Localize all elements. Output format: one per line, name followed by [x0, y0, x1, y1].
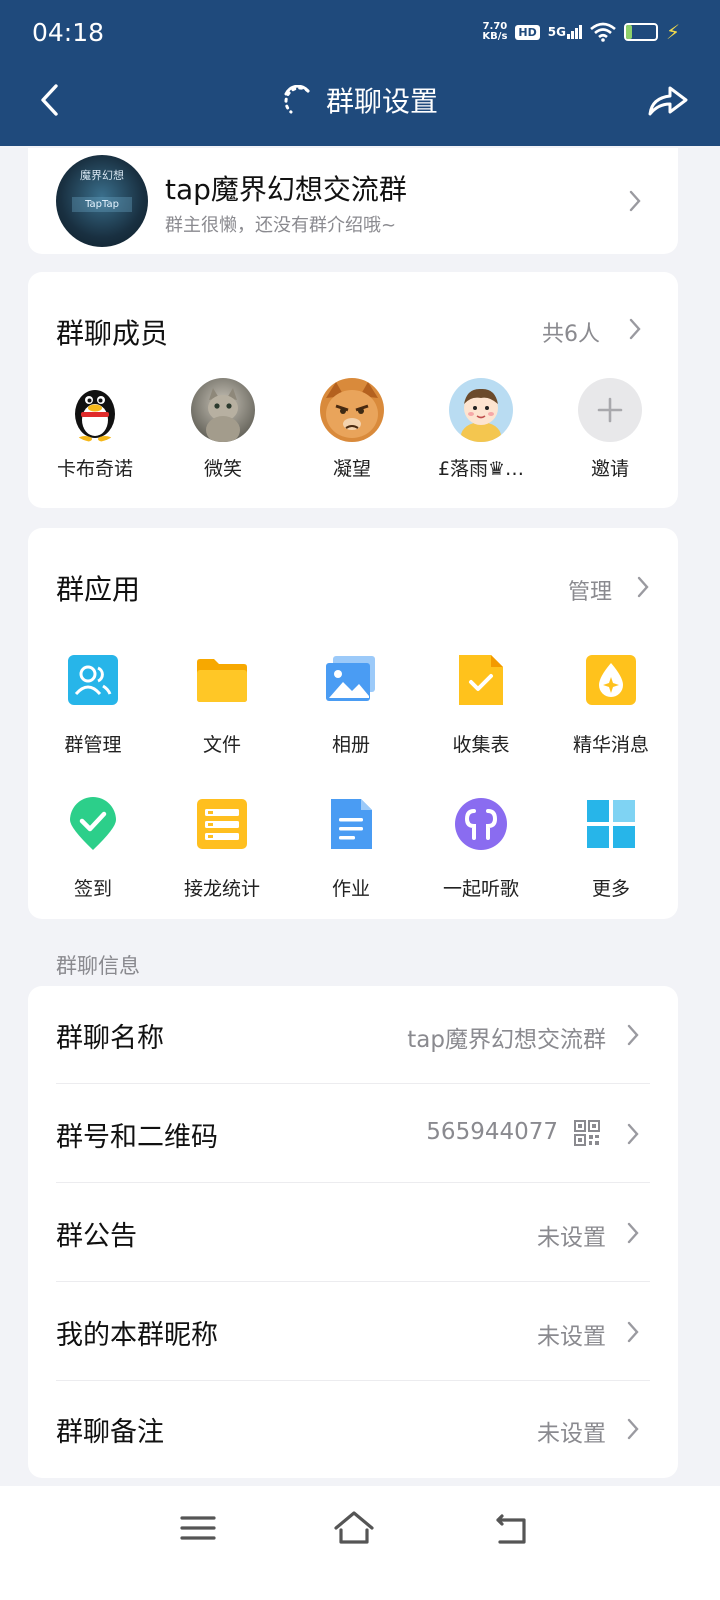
chevron-right-icon[interactable]: [636, 575, 650, 599]
row-group-remark[interactable]: 群聊备注 未设置: [28, 1380, 678, 1478]
listen-together-icon: [453, 796, 509, 852]
group-info-card: 群聊名称 tap魔界幻想交流群 群号和二维码 565944077 群公告 未设置…: [28, 986, 678, 1478]
essence-icon: [583, 652, 639, 708]
chevron-right-icon: [629, 190, 641, 212]
grumpy-cat-avatar: [320, 378, 384, 442]
app-album[interactable]: 相册: [286, 652, 416, 757]
cartoon-boy-avatar: [449, 378, 513, 442]
group-name: tap魔界幻想交流群: [165, 173, 407, 206]
app-more[interactable]: 更多: [546, 796, 676, 901]
loading-spinner-icon: [284, 85, 310, 114]
nav-title-group: 群聊设置: [0, 80, 720, 120]
cat-avatar: [191, 378, 255, 442]
group-avatar: 魔界幻想 TapTap: [56, 155, 148, 247]
app-chain-stats[interactable]: 接龙统计: [157, 796, 287, 901]
chevron-right-icon[interactable]: [628, 317, 642, 341]
member-count[interactable]: 共6人: [542, 316, 600, 348]
app-checkin[interactable]: 签到: [28, 796, 158, 901]
wifi-icon: [590, 22, 616, 42]
group-intro: 群主很懒，还没有群介绍哦~: [165, 215, 397, 236]
photo-album-icon: [323, 652, 379, 708]
chevron-right-icon: [627, 1222, 639, 1244]
member-item[interactable]: 卡布奇诺: [40, 378, 150, 481]
member-item[interactable]: 凝望: [297, 378, 407, 481]
row-group-number-qr[interactable]: 群号和二维码 565944077: [28, 1085, 678, 1183]
status-time: 04:18: [32, 18, 105, 47]
battery-icon: 21: [623, 23, 658, 41]
row-my-nickname[interactable]: 我的本群昵称 未设置: [28, 1283, 678, 1381]
folder-icon: [194, 652, 250, 708]
status-icons: 7.70 KB/s HD 5G 21 ⚡: [482, 20, 680, 44]
chevron-right-icon: [627, 1024, 639, 1046]
group-apps-card: 群应用 管理 群管理 文件 相册 收集表 精华消息 签到 接龙统计 作业 一起听…: [28, 528, 678, 919]
homework-icon: [323, 796, 379, 852]
checkin-icon: [65, 796, 121, 852]
chevron-right-icon: [627, 1321, 639, 1343]
app-essence-messages[interactable]: 精华消息: [546, 652, 676, 757]
back-nav-icon[interactable]: [490, 1508, 534, 1548]
members-title: 群聊成员: [56, 317, 169, 350]
menu-icon[interactable]: [176, 1508, 220, 1548]
row-group-announcement[interactable]: 群公告 未设置: [28, 1184, 678, 1282]
net-speed: 7.70 KB/s: [482, 21, 508, 42]
chevron-right-icon: [627, 1418, 639, 1440]
header-bar: 04:18 7.70 KB/s HD 5G 21 ⚡ 群聊设置: [0, 0, 720, 146]
group-profile-card[interactable]: 魔界幻想 TapTap tap魔界幻想交流群 群主很懒，还没有群介绍哦~: [28, 148, 678, 254]
app-group-manage[interactable]: 群管理: [28, 652, 158, 757]
app-listen-together[interactable]: 一起听歌: [416, 796, 546, 901]
qr-code-icon: [574, 1120, 600, 1146]
apps-title: 群应用: [56, 573, 141, 606]
page-title: 群聊设置: [325, 85, 438, 118]
row-group-name[interactable]: 群聊名称 tap魔界幻想交流群: [28, 986, 678, 1084]
members-card: 群聊成员 共6人 卡布奇诺 微笑 凝望 £落雨♛… 邀请: [28, 272, 678, 508]
chevron-right-icon: [627, 1123, 639, 1145]
member-item[interactable]: £落雨♛…: [426, 378, 536, 481]
home-icon[interactable]: [332, 1508, 376, 1548]
signal-icon: 5G: [548, 25, 582, 39]
group-manage-icon: [65, 652, 121, 708]
apps-manage-link[interactable]: 管理: [568, 574, 612, 606]
share-icon[interactable]: [646, 80, 690, 120]
penguin-avatar: [63, 378, 127, 442]
system-nav-bar: [0, 1486, 720, 1600]
app-files[interactable]: 文件: [157, 652, 287, 757]
app-homework[interactable]: 作业: [286, 796, 416, 901]
app-collection-form[interactable]: 收集表: [416, 652, 546, 757]
form-icon: [453, 652, 509, 708]
charging-icon: ⚡: [665, 20, 680, 44]
invite-member-button[interactable]: 邀请: [555, 378, 665, 481]
info-section-caption: 群聊信息: [56, 954, 140, 978]
more-apps-icon: [583, 796, 639, 852]
member-item[interactable]: 微笑: [168, 378, 278, 481]
hd-icon: HD: [515, 24, 540, 40]
chain-stats-icon: [194, 796, 250, 852]
plus-icon: [578, 378, 642, 442]
